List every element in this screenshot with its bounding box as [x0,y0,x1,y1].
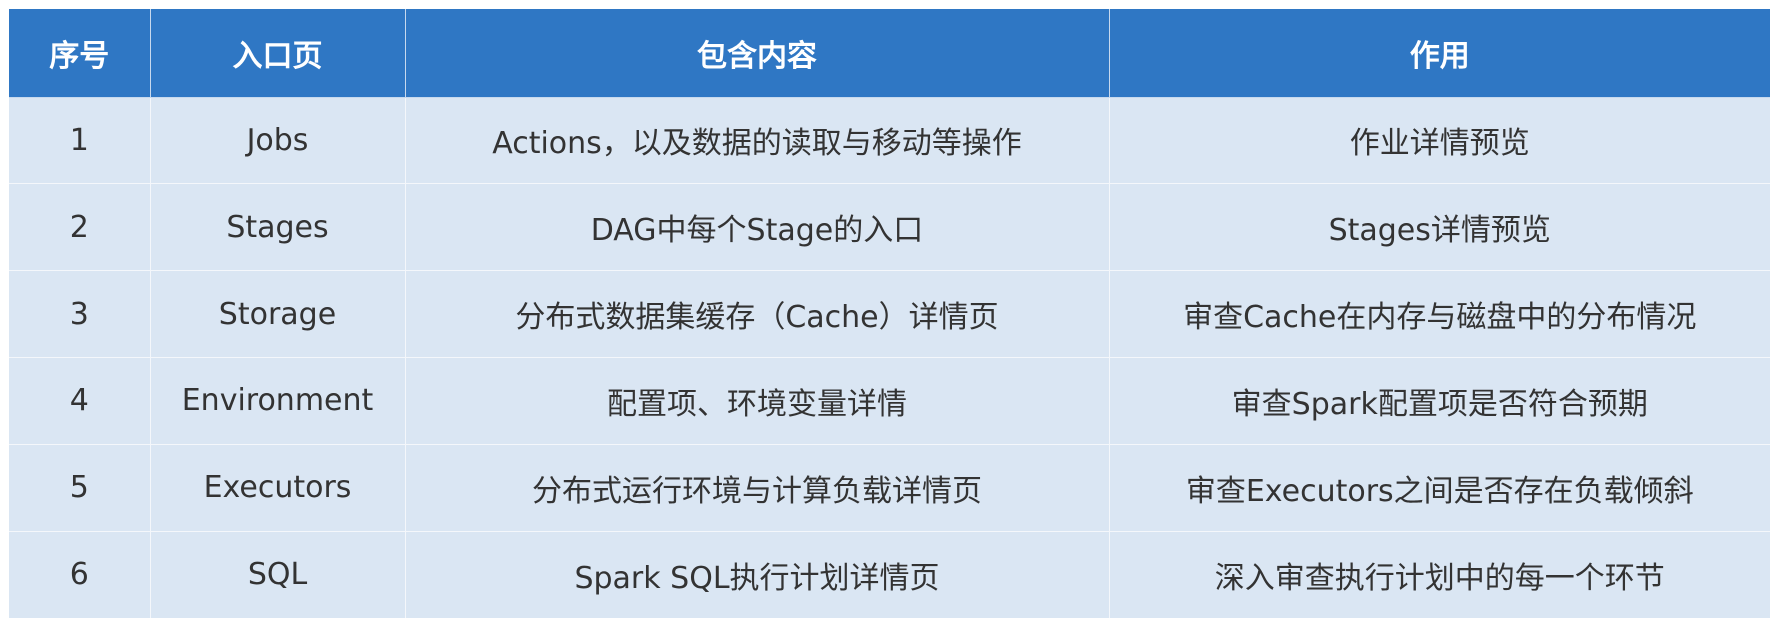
cell-index: 2 [9,183,151,272]
cell-purpose: 审查Spark配置项是否符合预期 [1109,357,1770,445]
cell-purpose: 审查Cache在内存与磁盘中的分布情况 [1109,270,1770,358]
cell-content: 分布式运行环境与计算负载详情页 [405,444,1110,532]
table-row: 3 Storage 分布式数据集缓存（Cache）详情页 审查Cache在内存与… [9,270,1770,358]
cell-content: 配置项、环境变量详情 [405,357,1110,445]
cell-content: Actions，以及数据的读取与移动等操作 [405,97,1110,185]
cell-entry-page: Jobs [150,97,406,185]
table-row: 4 Environment 配置项、环境变量详情 审查Spark配置项是否符合预… [9,357,1770,445]
cell-index: 3 [9,270,151,358]
cell-purpose: Stages详情预览 [1109,183,1770,272]
header-purpose: 作用 [1109,9,1770,98]
cell-entry-page: SQL [150,531,406,618]
cell-index: 4 [9,357,151,445]
cell-index: 1 [9,97,151,185]
header-content: 包含内容 [405,9,1110,98]
table-row: 1 Jobs Actions，以及数据的读取与移动等操作 作业详情预览 [9,97,1770,185]
cell-purpose: 深入审查执行计划中的每一个环节 [1214,560,1665,596]
table-header: 序号 入口页 包含内容 作用 [9,9,1770,98]
cell-entry-page: Storage [150,270,406,358]
cell-entry-page: Environment [150,357,406,445]
table-row: 2 Stages DAG中每个Stage的入口 Stages详情预览 [9,183,1770,272]
cell-purpose: 审查Executors之间是否存在负载倾斜 [1109,444,1770,532]
cell-content: DAG中每个Stage的入口 [405,183,1110,272]
cell-purpose: 作业详情预览 [1109,97,1770,185]
cell-content: 分布式数据集缓存（Cache）详情页 [405,270,1110,358]
cell-index: 6 [9,531,151,618]
table-body: 1 Jobs Actions，以及数据的读取与移动等操作 作业详情预览 2 St… [9,97,1770,618]
table-row: 5 Executors 分布式运行环境与计算负载详情页 审查Executors之… [9,444,1770,532]
header-row: 序号 入口页 包含内容 作用 [9,9,1770,98]
table-row: 6 SQL Spark SQL执行计划详情页 深入审查执行计划中的每一个环节 [9,531,1770,618]
cell-entry-page: Stages [150,183,406,272]
header-entry-page: 入口页 [150,9,406,98]
header-index: 序号 [9,9,151,98]
spark-ui-entry-table-container: 序号 入口页 包含内容 作用 1 Jobs Actions，以及数据的读取与移动… [9,9,1770,618]
spark-ui-entry-table: 序号 入口页 包含内容 作用 1 Jobs Actions，以及数据的读取与移动… [9,9,1770,618]
cell-content: Spark SQL执行计划详情页 [405,531,1110,618]
cell-entry-page: Executors [150,444,406,532]
cell-index: 5 [9,444,151,532]
